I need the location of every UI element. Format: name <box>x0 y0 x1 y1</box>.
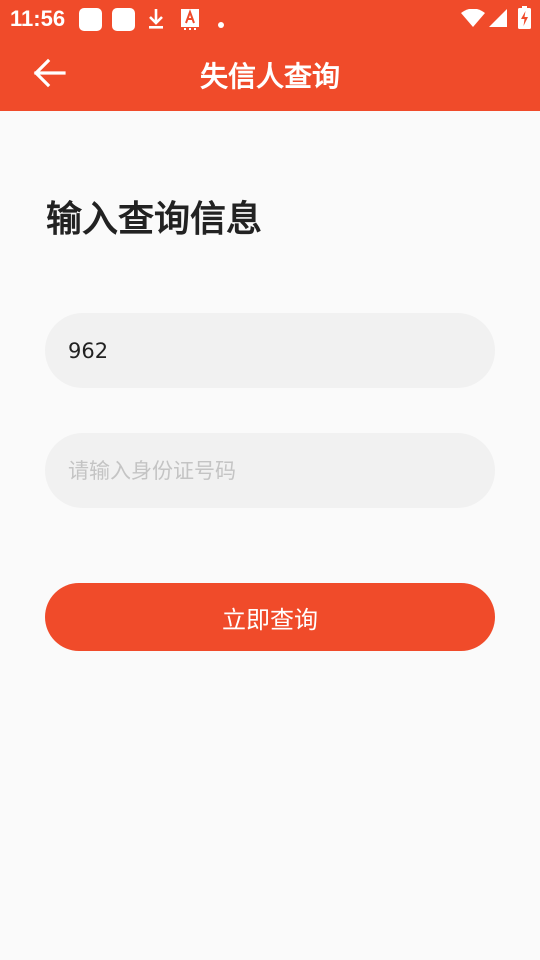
form-heading: 输入查询信息 <box>46 199 263 240</box>
download-icon <box>146 7 166 35</box>
status-time: 11:56 <box>10 6 66 31</box>
submit-query-button[interactable]: 立即查询 <box>45 583 495 651</box>
status-bar: 11:56 <box>0 0 540 38</box>
font-app-icon <box>180 8 200 34</box>
wifi-icon <box>461 8 485 31</box>
arrow-left-icon <box>32 58 66 92</box>
page-title: 失信人查询 <box>199 59 340 93</box>
cell-signal-icon <box>488 8 508 32</box>
back-button[interactable] <box>24 52 74 98</box>
notification-square-icon <box>79 8 102 31</box>
top-bar: 11:56 失信人查询 <box>0 0 540 111</box>
battery-charging-icon <box>518 6 531 33</box>
notification-square-icon <box>112 8 135 31</box>
more-notifications-dot-icon <box>217 14 225 33</box>
first-input-field[interactable] <box>45 313 495 388</box>
app-bar: 失信人查询 <box>0 38 540 111</box>
id-number-input[interactable] <box>45 433 495 508</box>
